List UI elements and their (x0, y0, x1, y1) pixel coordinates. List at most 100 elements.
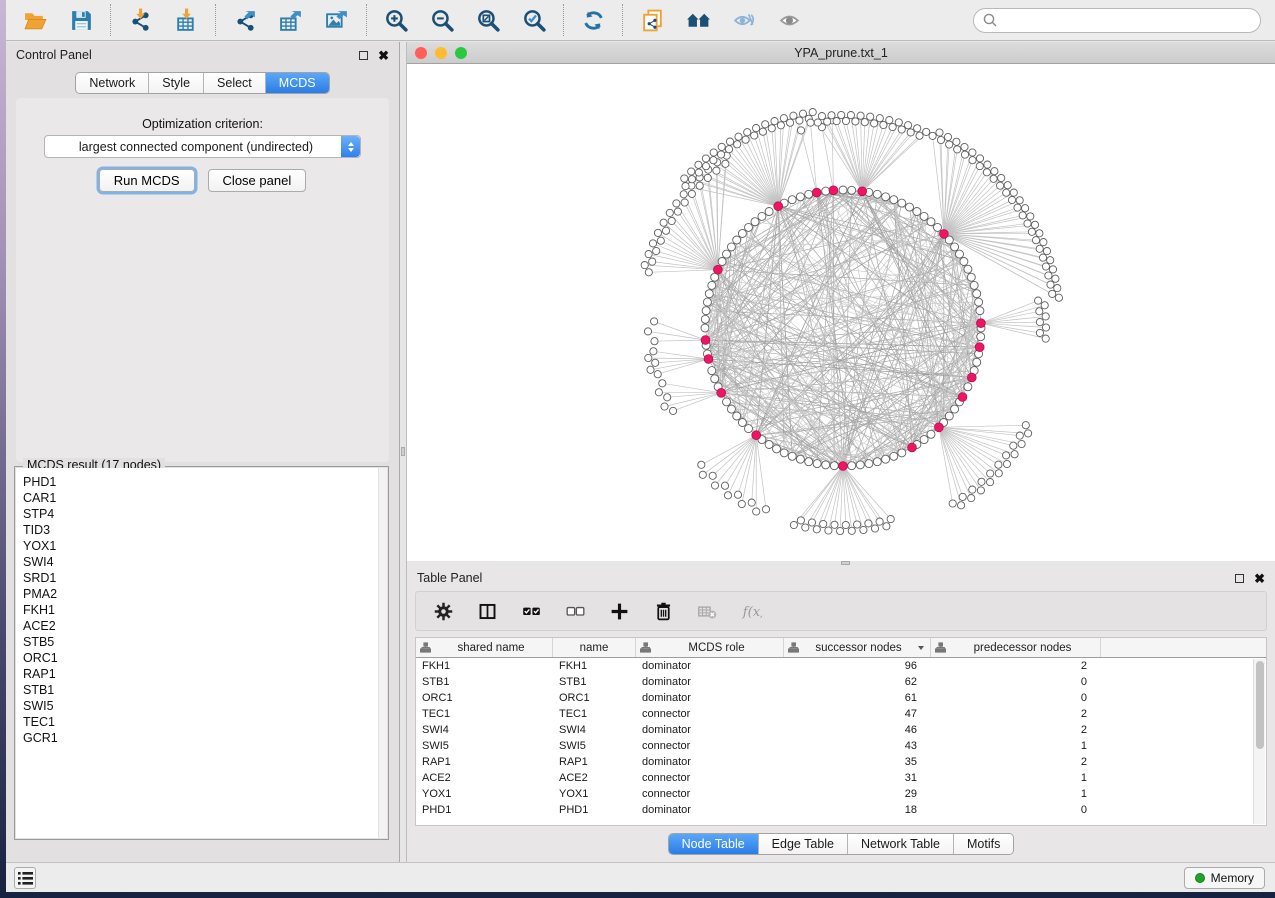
table-row[interactable]: STB1STB1dominator620 (416, 674, 1266, 690)
mcds-result-item[interactable]: STP4 (23, 506, 387, 522)
table-tabs: Node TableEdge TableNetwork TableMotifs (407, 833, 1275, 855)
table-row[interactable]: PHD1PHD1dominator180 (416, 802, 1266, 818)
mcds-result-item[interactable]: PHD1 (23, 474, 387, 490)
hide-selected-button[interactable] (731, 7, 757, 33)
network-view-window: YPA_prune.txt_1 (407, 42, 1275, 561)
column-header-name[interactable]: name (553, 638, 636, 657)
duplicate-network-button[interactable] (639, 7, 665, 33)
memory-status-icon (1195, 873, 1205, 883)
mcds-result-item[interactable]: FKH1 (23, 602, 387, 618)
mcds-result-item[interactable]: SWI5 (23, 698, 387, 714)
criterion-selected-value: largest connected component (undirected) (45, 140, 341, 154)
table-row[interactable]: RAP1RAP1dominator352 (416, 754, 1266, 770)
mcds-result-item[interactable]: PMA2 (23, 586, 387, 602)
table-row[interactable]: TEC1TEC1connector472 (416, 706, 1266, 722)
mcds-result-item[interactable]: RAP1 (23, 666, 387, 682)
window-minimize-icon[interactable] (435, 47, 447, 59)
search-input[interactable] (1003, 13, 1251, 27)
close-panel-button[interactable]: Close panel (208, 169, 307, 192)
table-row[interactable]: YOX1YOX1connector291 (416, 786, 1266, 802)
table-scrollbar[interactable] (1253, 659, 1265, 824)
zoom-in-button[interactable] (383, 7, 409, 33)
network-canvas[interactable] (407, 64, 1275, 561)
mcds-result-item[interactable]: TID3 (23, 522, 387, 538)
zoom-selected-button[interactable] (521, 7, 547, 33)
tab-network-table[interactable]: Network Table (848, 834, 954, 854)
tab-mcds[interactable]: MCDS (266, 73, 329, 93)
table-header-row: shared namenameMCDS rolesuccessor nodesp… (416, 638, 1266, 658)
window-maximize-icon[interactable] (455, 47, 467, 59)
first-neighbors-button[interactable] (685, 7, 711, 33)
search-box[interactable] (973, 8, 1261, 33)
mcds-result-group: MCDS result (17 nodes) PHD1CAR1STP4TID3Y… (14, 466, 389, 840)
vertical-splitter[interactable] (400, 42, 407, 862)
memory-button[interactable]: Memory (1184, 867, 1265, 889)
mcds-panel: Optimization criterion: largest connecte… (16, 98, 389, 462)
zoom-fit-button[interactable] (475, 7, 501, 33)
splitter-grip[interactable] (401, 447, 405, 456)
run-mcds-button[interactable]: Run MCDS (99, 169, 195, 192)
mcds-result-item[interactable]: ORC1 (23, 650, 387, 666)
select-stepper-icon[interactable] (341, 136, 360, 157)
open-file-button[interactable] (22, 7, 48, 33)
close-panel-icon[interactable]: ✖ (378, 49, 389, 62)
mcds-result-item[interactable]: STB1 (23, 682, 387, 698)
mcds-list-scrollbar[interactable] (378, 468, 387, 838)
network-window-title: YPA_prune.txt_1 (407, 46, 1275, 60)
memory-button-label: Memory (1211, 871, 1254, 885)
refresh-view-button[interactable] (580, 7, 606, 33)
column-mode-button[interactable] (476, 600, 498, 622)
table-row[interactable]: SWI4SWI4dominator462 (416, 722, 1266, 738)
column-header-shared-name[interactable]: shared name (416, 638, 553, 657)
table-settings-button[interactable] (432, 600, 454, 622)
tab-select[interactable]: Select (204, 73, 266, 93)
import-table-button[interactable] (173, 7, 199, 33)
show-all-button[interactable] (777, 7, 803, 33)
task-history-button[interactable] (14, 867, 36, 889)
float-panel-icon[interactable] (1235, 574, 1244, 583)
mcds-result-item[interactable]: SWI4 (23, 554, 387, 570)
mcds-result-item[interactable]: GCR1 (23, 730, 387, 746)
column-header-predecessor-nodes[interactable]: predecessor nodes (931, 638, 1101, 657)
network-graph[interactable] (407, 64, 1275, 561)
export-image-button[interactable] (324, 7, 350, 33)
status-bar: Memory (6, 862, 1275, 892)
float-panel-icon[interactable] (359, 51, 368, 60)
table-row[interactable]: ORC1ORC1dominator610 (416, 690, 1266, 706)
mcds-result-item[interactable]: TEC1 (23, 714, 387, 730)
tab-node-table[interactable]: Node Table (669, 834, 759, 854)
mcds-result-item[interactable]: YOX1 (23, 538, 387, 554)
import-network-button[interactable] (127, 7, 153, 33)
table-row[interactable]: FKH1FKH1dominator962 (416, 658, 1266, 674)
tab-network[interactable]: Network (76, 73, 149, 93)
node-table[interactable]: shared namenameMCDS rolesuccessor nodesp… (415, 637, 1267, 826)
tab-motifs[interactable]: Motifs (954, 834, 1013, 854)
unselect-all-columns-button[interactable] (564, 600, 586, 622)
export-network-button[interactable] (232, 7, 258, 33)
table-row[interactable]: SWI5SWI5connector431 (416, 738, 1266, 754)
scrollbar-thumb[interactable] (1256, 661, 1264, 749)
tab-style[interactable]: Style (149, 73, 204, 93)
delete-column-button[interactable] (652, 600, 674, 622)
create-column-button[interactable] (608, 600, 630, 622)
select-all-columns-button[interactable] (520, 600, 542, 622)
mcds-result-item[interactable]: SRD1 (23, 570, 387, 586)
export-table-button[interactable] (278, 7, 304, 33)
tab-edge-table[interactable]: Edge Table (759, 834, 848, 854)
zoom-out-button[interactable] (429, 7, 455, 33)
mcds-result-item[interactable]: CAR1 (23, 490, 387, 506)
mcds-result-list[interactable]: PHD1CAR1STP4TID3YOX1SWI4SRD1PMA2FKH1ACE2… (16, 468, 387, 838)
save-session-icon (69, 8, 94, 33)
table-row[interactable]: ACE2ACE2connector311 (416, 770, 1266, 786)
mcds-result-item[interactable]: STB5 (23, 634, 387, 650)
window-close-icon[interactable] (415, 47, 427, 59)
criterion-select[interactable]: largest connected component (undirected) (44, 135, 361, 158)
delete-table-icon (697, 601, 718, 622)
column-header-successor-nodes[interactable]: successor nodes (784, 638, 931, 657)
mcds-result-item[interactable]: ACE2 (23, 618, 387, 634)
close-panel-icon[interactable]: ✖ (1254, 572, 1265, 585)
svg-text:f(x): f(x) (741, 604, 761, 619)
save-session-button[interactable] (68, 7, 94, 33)
network-window-titlebar[interactable]: YPA_prune.txt_1 (407, 42, 1275, 64)
column-header-MCDS-role[interactable]: MCDS role (636, 638, 784, 657)
